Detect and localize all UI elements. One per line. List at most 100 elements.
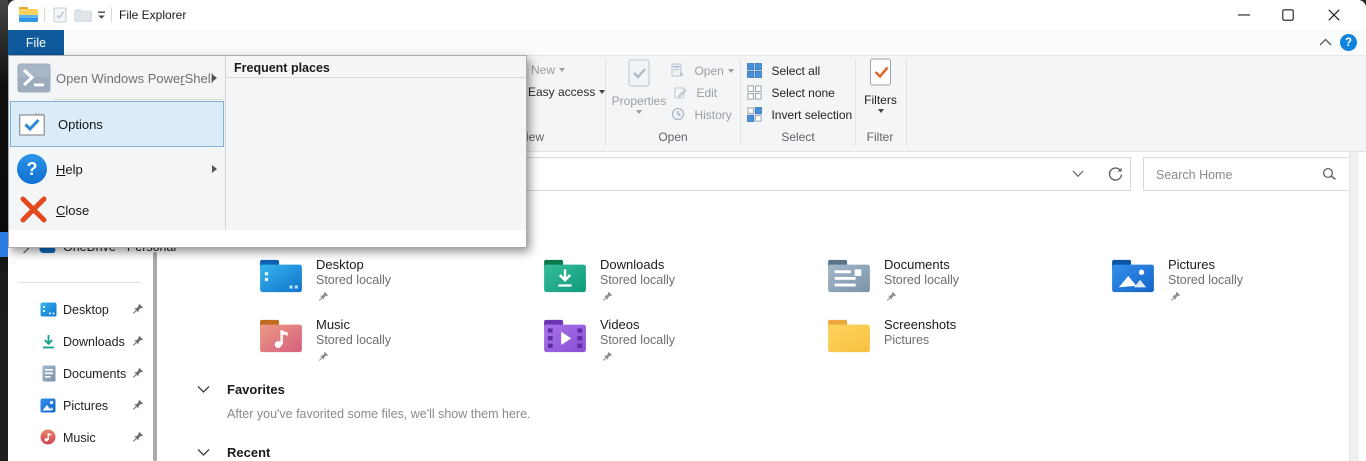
file-explorer-window: File Explorer ? New Easy access New (8, 0, 1366, 461)
file-menu-tab[interactable]: File (8, 30, 64, 55)
desktop-backdrop (0, 0, 8, 461)
select-all-label: Select all (771, 64, 820, 78)
properties-label: Properties (608, 94, 670, 108)
section-favorites-header[interactable]: Favorites (197, 382, 897, 400)
frequent-places-list (226, 78, 526, 230)
menu-footer (9, 230, 526, 247)
chevron-down-icon (559, 68, 565, 72)
maximize-button[interactable] (1268, 0, 1308, 30)
pin-icon (602, 291, 613, 302)
sidebar-item-downloads[interactable]: Downloads (8, 330, 168, 356)
tile-subtitle: Stored locally (1168, 273, 1348, 288)
pin-icon (318, 351, 329, 362)
ribbon-select-all-button[interactable]: Select all (747, 62, 820, 80)
sidebar-separator (18, 282, 140, 283)
search-input[interactable] (1154, 159, 1328, 191)
search-icon[interactable] (1322, 167, 1337, 182)
close-button[interactable] (1314, 0, 1354, 30)
main-scrollbar[interactable] (1349, 152, 1359, 461)
ribbon-easy-access-button[interactable]: Easy access (528, 85, 605, 99)
ribbon-filters-button[interactable]: Filters (853, 58, 908, 113)
address-dropdown-chevron-icon[interactable] (1072, 170, 1084, 178)
videos-folder-icon (542, 317, 588, 355)
powershell-icon (17, 63, 51, 93)
ribbon-group-separator (740, 59, 741, 146)
tile-subtitle: Stored locally (316, 273, 496, 288)
ribbon-select-none-button[interactable]: Select none (747, 84, 835, 102)
pin-icon (602, 351, 613, 362)
ribbon-history-button[interactable]: History (671, 106, 732, 124)
frequent-places-title: Frequent places (234, 61, 330, 75)
new-label: New (531, 63, 555, 77)
qat-new-folder-icon[interactable] (74, 9, 92, 22)
sidebar-item-label: Documents (63, 367, 126, 381)
pictures-icon (40, 398, 56, 413)
sidebar-item-label: Desktop (63, 303, 109, 317)
downloads-icon (41, 334, 56, 350)
sidebar-item-music[interactable]: Music (8, 426, 168, 452)
ribbon-invert-selection-button[interactable]: Invert selection (747, 106, 852, 124)
ribbon-new-button[interactable]: New (531, 63, 565, 77)
ribbon-help-icon[interactable]: ? (1340, 34, 1357, 51)
window-title: File Explorer (119, 8, 186, 22)
pin-icon (132, 399, 144, 411)
refresh-icon[interactable] (1107, 166, 1124, 183)
select-all-icon (747, 63, 762, 78)
documents-folder-icon (826, 257, 872, 295)
titlebar: File Explorer (8, 0, 1366, 30)
tile-name: Screenshots (884, 317, 1064, 332)
submenu-arrow-icon (212, 74, 217, 82)
home-tile-desktop[interactable]: Desktop Stored locally (258, 257, 304, 300)
minimize-button[interactable] (1224, 0, 1264, 30)
screenshots-folder-icon (826, 317, 872, 355)
sidebar-item-documents[interactable]: Documents (8, 362, 168, 388)
filters-label: Filters (853, 93, 908, 107)
search-box[interactable] (1143, 157, 1356, 191)
edit-icon (674, 86, 687, 99)
sidebar-item-desktop[interactable]: Desktop (8, 298, 168, 324)
qat-properties-icon[interactable] (52, 7, 68, 23)
home-tile-pictures[interactable]: Pictures Stored locally (1110, 257, 1156, 300)
ribbon-group-separator (906, 59, 907, 146)
pictures-folder-icon (1110, 257, 1156, 295)
ribbon-edit-button[interactable]: Edit (674, 84, 717, 102)
tile-subtitle: Stored locally (884, 273, 1064, 288)
ribbon-open-button[interactable]: Open (671, 62, 734, 80)
section-title: Recent (227, 445, 270, 460)
menu-item-help[interactable]: ? Help (9, 148, 225, 191)
file-explorer-app-icon (18, 6, 39, 24)
home-tile-downloads[interactable]: Downloads Stored locally (542, 257, 588, 300)
menu-item-options[interactable]: Options (10, 101, 224, 147)
history-label: History (694, 108, 731, 122)
home-tile-screenshots[interactable]: Screenshots Pictures (826, 317, 872, 360)
pin-icon (132, 335, 144, 347)
ribbon-group-label-open: Open (648, 130, 698, 144)
chevron-down-icon (728, 69, 734, 73)
file-tab-label: File (26, 36, 46, 50)
filters-icon (868, 58, 893, 88)
sidebar-scrollbar[interactable] (153, 252, 157, 461)
home-tile-videos[interactable]: Videos Stored locally (542, 317, 588, 360)
open-icon (671, 63, 685, 77)
collapse-ribbon-icon[interactable] (1319, 38, 1332, 46)
pin-icon (132, 367, 144, 379)
chevron-down-icon[interactable] (197, 385, 210, 394)
chevron-down-icon[interactable] (197, 448, 210, 457)
home-tile-music[interactable]: Music Stored locally (258, 317, 304, 360)
sidebar-item-pictures[interactable]: Pictures (8, 394, 168, 420)
menu-item-close[interactable]: Close (9, 191, 225, 230)
titlebar-separator (111, 7, 112, 22)
ribbon-group-label-filter: Filter (855, 130, 905, 144)
menu-item-open-powershell[interactable]: Open Windows PowerShell (9, 58, 225, 98)
home-tile-documents[interactable]: Documents Stored locally (826, 257, 872, 300)
invert-selection-label: Invert selection (771, 108, 852, 122)
qat-customize-dropdown-icon[interactable] (96, 10, 107, 21)
pin-icon (132, 303, 144, 315)
desktop-icon (40, 302, 57, 317)
titlebar-separator (44, 7, 45, 22)
ribbon-group-separator (605, 59, 606, 146)
section-recent-header[interactable]: Recent (197, 445, 897, 461)
ribbon-properties-button[interactable]: Properties (608, 59, 670, 114)
sidebar-item-label: Pictures (63, 399, 108, 413)
tile-subtitle: Pictures (884, 333, 1064, 348)
